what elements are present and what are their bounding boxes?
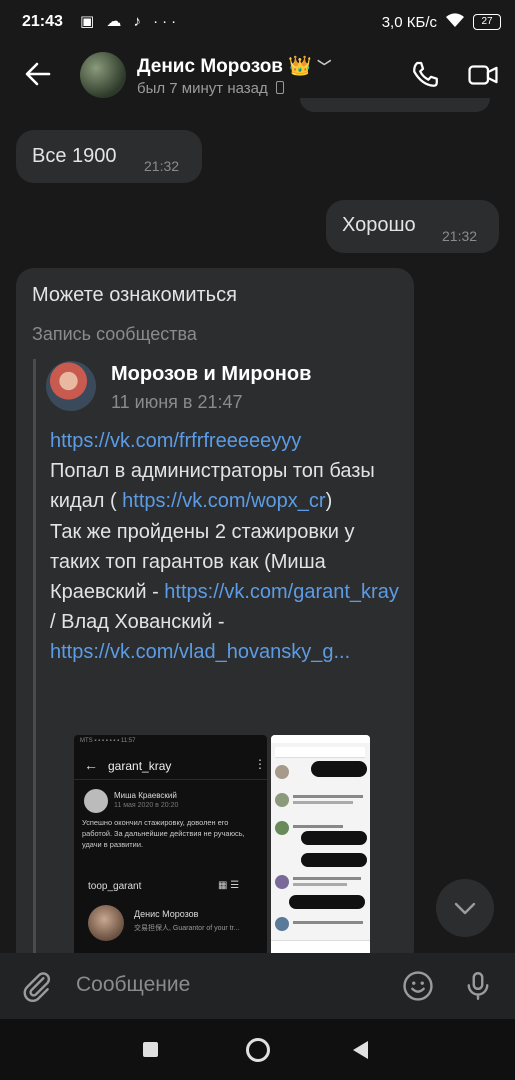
paperclip-icon	[23, 972, 51, 1002]
message-text: Хорошо	[342, 214, 416, 236]
arrow-left-icon: ←	[84, 757, 98, 773]
crown-icon: 👑	[288, 56, 312, 77]
message-input[interactable]: Сообщение	[76, 973, 190, 997]
post-link[interactable]: https://vk.com/garant_kray	[164, 581, 399, 603]
chat-header: Денис Морозов 👑 ﹀ был 7 минут назад	[0, 44, 515, 106]
call-button[interactable]	[408, 58, 442, 92]
back-button[interactable]	[22, 58, 54, 90]
post-image-2[interactable]	[271, 735, 370, 960]
scroll-down-button[interactable]	[436, 879, 494, 937]
quote-bar	[33, 359, 36, 954]
image-user: Миша Краевский	[114, 791, 177, 800]
message-incoming[interactable]: Все 1900 21:32	[16, 130, 202, 183]
video-call-button[interactable]	[466, 58, 500, 92]
community-avatar[interactable]	[46, 361, 96, 411]
message-composer: Сообщение	[0, 953, 515, 1019]
wifi-icon	[445, 12, 465, 32]
chevron-down-icon	[454, 902, 476, 915]
chevron-down-icon[interactable]: ﹀	[317, 59, 331, 75]
image-statusbar: MTS ▪ ▪ ▪ ▪ ▪ ▪ ▪ 11:57	[80, 738, 136, 744]
message-caption: Можете ознакомиться	[32, 284, 237, 306]
previous-message-edge	[300, 98, 490, 112]
image-name: Денис Морозов	[134, 909, 199, 919]
image-text: Успешно окончил стажировку, доволен его …	[82, 818, 245, 850]
more-icon: ⋮	[254, 757, 266, 771]
avatar	[84, 789, 108, 813]
message-time: 21:32	[144, 158, 180, 174]
network-speed: 3,0 КБ/с	[381, 13, 437, 31]
home-button[interactable]	[246, 1038, 270, 1062]
post-kind-label: Запись сообщества	[32, 324, 197, 344]
phone-device-icon	[275, 81, 284, 94]
avatar[interactable]	[80, 52, 126, 98]
system-navigation-bar	[0, 1019, 515, 1080]
message-time: 21:32	[442, 228, 478, 244]
battery-icon: 27	[473, 14, 501, 30]
last-seen-status: был 7 минут назад	[137, 80, 284, 97]
post-date: 11 июня в 21:47	[111, 392, 243, 412]
post-body: https://vk.com/frfrfreeeeeyyy Попал в ад…	[50, 426, 405, 668]
voice-message-button[interactable]	[461, 969, 495, 1003]
recents-button[interactable]	[143, 1042, 158, 1057]
contact-name[interactable]: Денис Морозов 👑 ﹀	[137, 54, 331, 78]
video-camera-icon	[468, 65, 498, 85]
status-time: 21:43	[22, 13, 63, 30]
post-link[interactable]: https://vk.com/frfrfreeeeeyyy	[50, 430, 301, 452]
post-link[interactable]: https://vk.com/wopx_cr	[122, 490, 325, 512]
image-section: toop_garant	[88, 881, 142, 892]
attach-button[interactable]	[20, 969, 54, 1003]
arrow-left-icon	[25, 62, 51, 86]
message-outgoing[interactable]: Хорошо 21:32	[326, 200, 499, 253]
post-image-1[interactable]: MTS ▪ ▪ ▪ ▪ ▪ ▪ ▪ 11:57 ← garant_kray ⋮ …	[74, 735, 267, 960]
image-date: 11 мая 2020 в 20:20	[114, 802, 179, 809]
phone-icon	[413, 61, 438, 87]
smiley-icon	[403, 971, 433, 1001]
back-nav-button[interactable]	[353, 1041, 368, 1059]
community-name[interactable]: Морозов и Миронов	[111, 363, 311, 386]
message-text: Все 1900	[32, 145, 117, 167]
image-sub: 交易担保人, Guarantor of your tr...	[134, 925, 240, 932]
post-text: )	[325, 490, 333, 513]
post-link[interactable]: https://vk.com/vlad_hovansky_g...	[50, 641, 350, 663]
post-text: / Влад Хованский -	[50, 611, 225, 634]
status-bar: 21:43 ▣ ☁ ♪ ··· 3,0 КБ/с 27	[0, 0, 515, 44]
emoji-button[interactable]	[401, 969, 435, 1003]
qr-icon: ▦ ☰	[218, 880, 240, 891]
notification-icons: ▣ ☁ ♪ ···	[80, 13, 181, 30]
microphone-icon	[467, 972, 489, 1000]
avatar	[88, 905, 124, 941]
image-header: garant_kray	[108, 759, 172, 773]
